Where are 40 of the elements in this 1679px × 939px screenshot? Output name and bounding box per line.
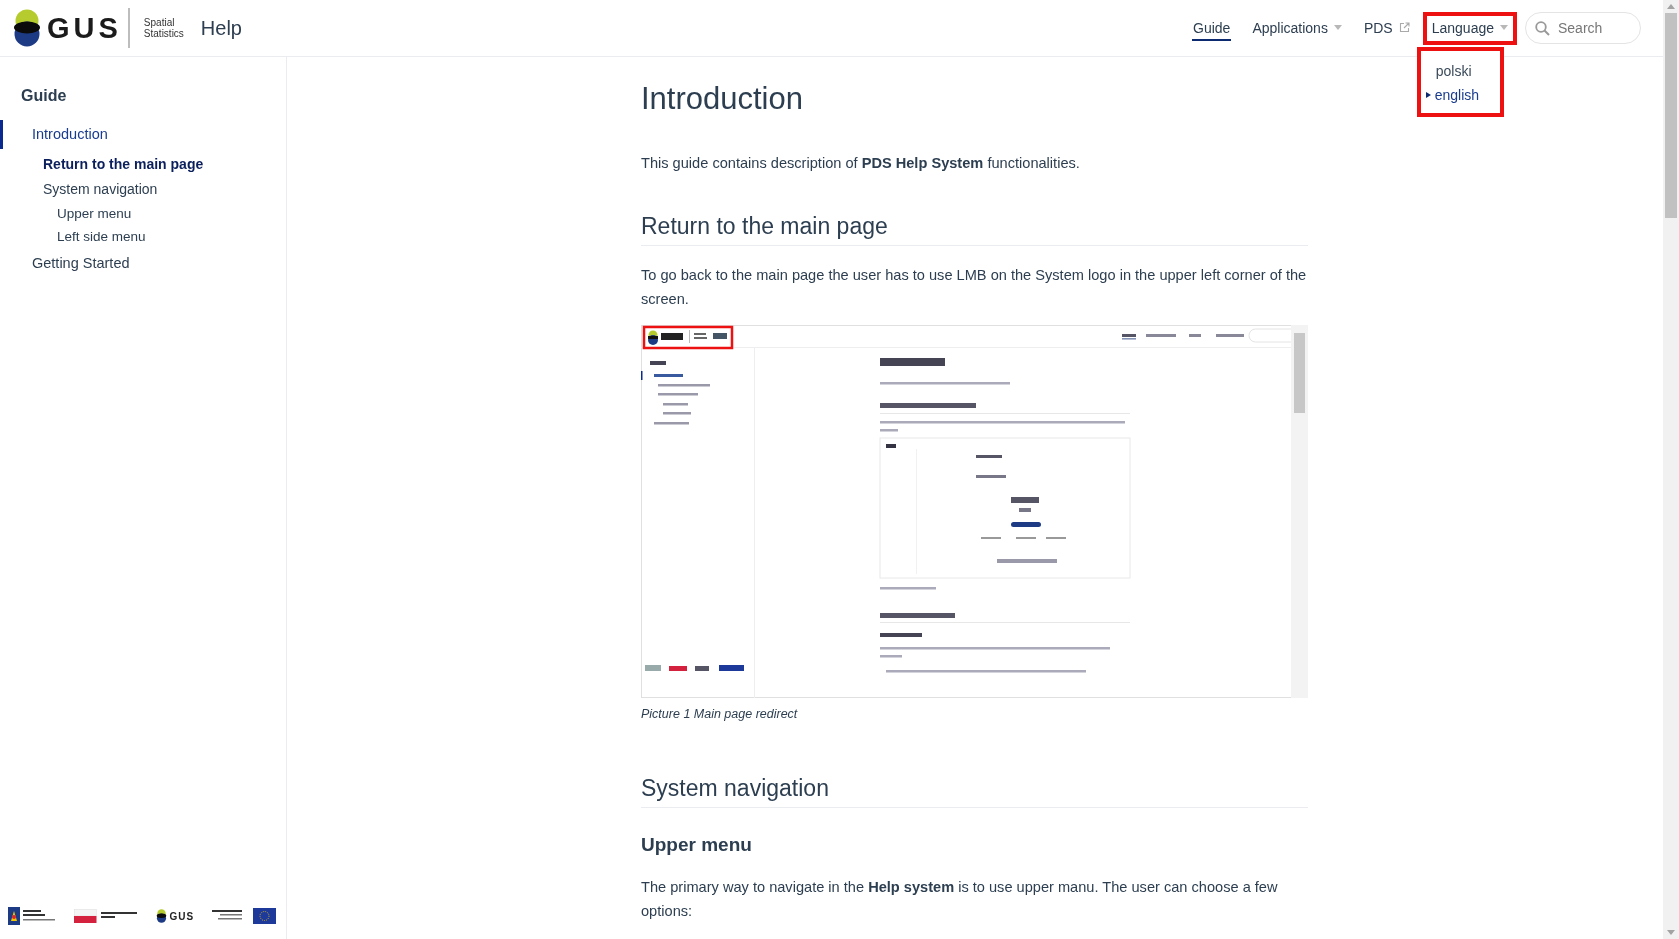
sidebar-item[interactable]: Left side menu <box>0 225 286 248</box>
scroll-down-icon <box>1667 930 1675 935</box>
logo-icon <box>12 9 42 47</box>
sidebar-item[interactable]: Getting Started <box>0 251 286 276</box>
logo-wordmark: GUS <box>47 11 122 45</box>
paragraph: To go back to the main page the user has to use LMB on the System logo in the upper left corner of the screen. <box>641 266 1308 309</box>
nav-link[interactable]: Guide <box>1192 15 1232 41</box>
sidebar-item[interactable]: Return to the main page <box>0 152 286 177</box>
poland-logo-icon <box>73 909 138 923</box>
sidebar-item[interactable]: System navigation <box>0 177 286 202</box>
page-title: Introduction <box>641 80 804 118</box>
sidebar-title: Guide <box>20 87 68 105</box>
menu-item[interactable]: english <box>1420 84 1500 105</box>
external-link-icon <box>1398 22 1410 33</box>
menu-item[interactable]: polski <box>1420 60 1500 81</box>
paragraph: This guide contains description of PDS Help System functionalities. <box>641 154 1081 173</box>
figure-caption: Picture 1 Main page redirect <box>641 707 799 721</box>
eu-funds-logo-icon <box>8 907 56 925</box>
nav-link[interactable]: PDS <box>1362 15 1411 41</box>
subsection-heading: Upper menu <box>641 833 753 857</box>
logo-icon <box>155 909 167 923</box>
eu-logo-icon <box>211 908 276 924</box>
section-heading: System navigation <box>641 773 1308 808</box>
section-heading: Return to the main page <box>641 211 1308 246</box>
scrollbar-thumb[interactable] <box>1665 13 1677 218</box>
sidebar-item[interactable]: Upper menu <box>0 202 286 225</box>
paragraph: The primary way to navigate in the Help system is to use upper manu. The user can choose a few options: <box>641 878 1279 921</box>
app-title: Help <box>200 16 242 40</box>
logo-subtitle: Spatial Statistics <box>143 17 184 39</box>
search-field[interactable]: Search <box>1525 12 1641 44</box>
caret-icon <box>1500 24 1508 31</box>
caret-icon <box>1333 24 1342 31</box>
scroll-up-icon <box>1667 4 1675 9</box>
logo-link[interactable]: GUS Spatial Statistics Help <box>9 5 245 51</box>
logo-wordmark: GUS <box>169 910 195 922</box>
search-icon <box>1535 21 1550 36</box>
sidebar-item[interactable]: Introduction <box>0 120 286 149</box>
scrollbar[interactable] <box>1663 0 1679 939</box>
nav-link[interactable]: Applications <box>1251 15 1343 41</box>
bullet-icon <box>1425 91 1431 98</box>
